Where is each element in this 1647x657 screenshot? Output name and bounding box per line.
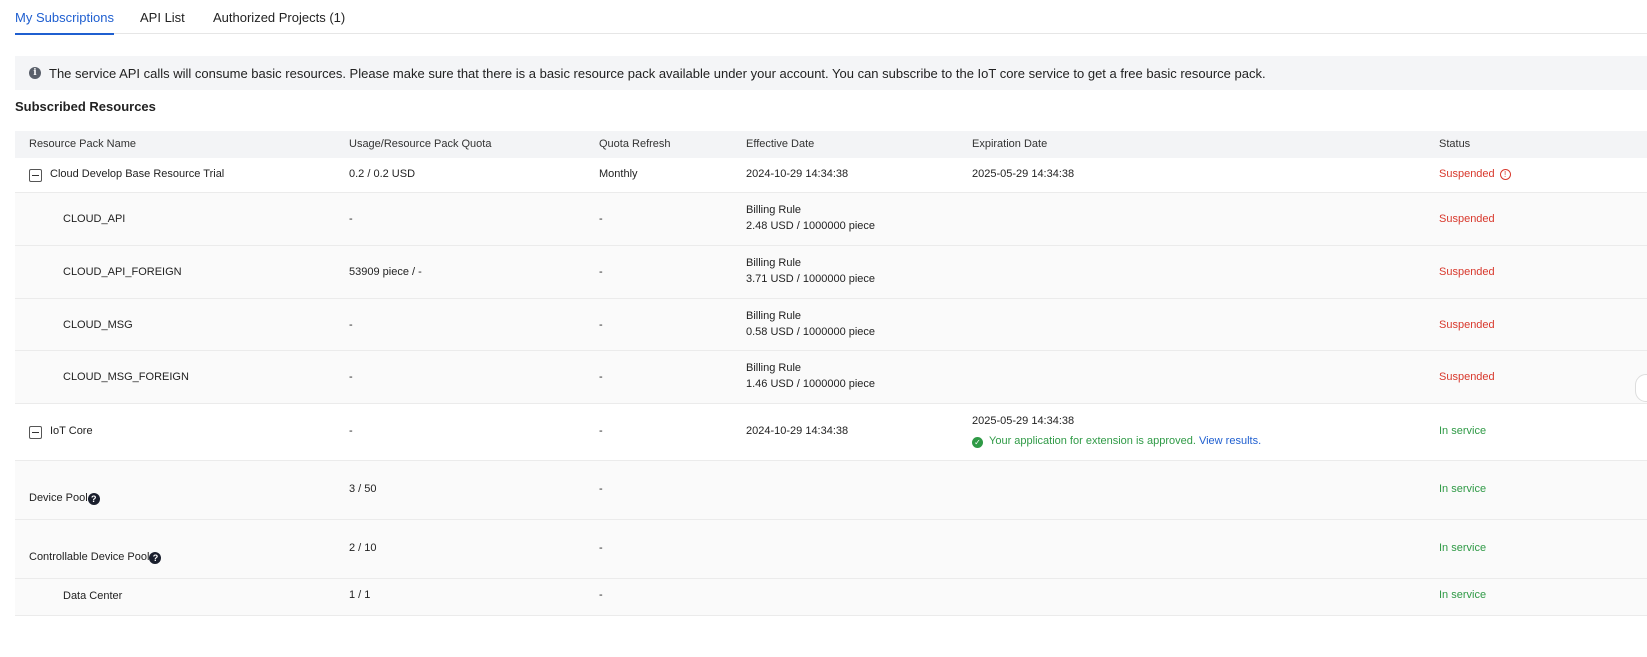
quota-refresh: - xyxy=(599,589,603,601)
section-title: Subscribed Resources xyxy=(15,99,156,114)
quota-refresh: - xyxy=(599,371,603,383)
billing-rule-value: 1.46 USD / 1000000 piece xyxy=(746,378,876,390)
usage: 3 / 50 xyxy=(349,483,377,495)
usage: 53909 piece / - xyxy=(349,266,422,278)
status-badge: In service xyxy=(1439,483,1487,495)
col-header-refresh: Quota Refresh xyxy=(599,138,671,150)
usage: - xyxy=(349,213,353,225)
col-header-status: Status xyxy=(1439,138,1471,150)
effective-date: 2024-10-29 14:34:38 xyxy=(746,425,849,437)
billing-rule-label: Billing Rule xyxy=(746,310,802,322)
billing-rule-value: 3.71 USD / 1000000 piece xyxy=(746,273,876,285)
warning-icon[interactable]: ! xyxy=(1499,168,1511,180)
resource-name: Device Pool? xyxy=(29,492,100,505)
collapse-toggle-icon[interactable] xyxy=(29,426,42,439)
resources-table: Resource Pack Name Usage/Resource Pack Q… xyxy=(15,131,1647,616)
resource-name: Data Center xyxy=(63,590,123,602)
collapse-toggle-icon[interactable] xyxy=(29,169,42,182)
usage: - xyxy=(349,319,353,331)
billing-rule-label: Billing Rule xyxy=(746,257,802,269)
table-row: CLOUD_API_FOREIGN 53909 piece / - - Bill… xyxy=(15,246,1647,299)
tab-bar: My Subscriptions API List Authorized Pro… xyxy=(15,0,1647,35)
check-circle-icon: ✓ xyxy=(972,437,983,448)
usage: - xyxy=(349,371,353,383)
billing-rule-label: Billing Rule xyxy=(746,362,802,374)
tab-authorized-projects[interactable]: Authorized Projects (1) xyxy=(213,10,345,33)
notice-banner: i The service API calls will consume bas… xyxy=(15,56,1647,90)
quota-refresh: - xyxy=(599,542,603,554)
info-icon: i xyxy=(29,67,41,79)
table-row: Device Pool? 3 / 50 - In service xyxy=(15,461,1647,520)
quota-refresh: - xyxy=(599,425,603,437)
resource-name-text: Device Pool xyxy=(29,492,88,504)
tab-api-list[interactable]: API List xyxy=(140,10,185,33)
status-text: Suspended xyxy=(1439,168,1495,180)
table-row: Controllable Device Pool? 2 / 10 - In se… xyxy=(15,520,1647,579)
quota-refresh: - xyxy=(599,319,603,331)
side-drawer-handle[interactable] xyxy=(1635,374,1647,402)
extension-approved-message: ✓ Your application for extension is appro… xyxy=(972,435,1261,448)
tab-my-subscriptions[interactable]: My Subscriptions xyxy=(15,10,114,35)
expiration-date: 2025-05-29 14:34:38 xyxy=(972,168,1075,180)
status-badge: Suspended xyxy=(1439,319,1495,331)
col-header-name: Resource Pack Name xyxy=(29,138,136,150)
col-header-usage: Usage/Resource Pack Quota xyxy=(349,138,492,150)
billing-rule-value: 0.58 USD / 1000000 piece xyxy=(746,326,876,338)
notice-text: The service API calls will consume basic… xyxy=(49,65,1266,81)
status-badge: Suspended! xyxy=(1439,168,1511,180)
status-badge: Suspended xyxy=(1439,213,1495,225)
table-row: CLOUD_MSG - - Billing Rule 0.58 USD / 10… xyxy=(15,299,1647,351)
table-row: IoT Core - - 2024-10-29 14:34:38 2025-05… xyxy=(15,404,1647,461)
expiration-date: 2025-05-29 14:34:38 xyxy=(972,415,1075,427)
usage: 0.2 / 0.2 USD xyxy=(349,168,416,180)
col-header-expiration: Expiration Date xyxy=(972,138,1048,150)
resource-name: IoT Core xyxy=(50,425,93,437)
table-row: Data Center 1 / 1 - In service xyxy=(15,579,1647,616)
quota-refresh: Monthly xyxy=(599,168,638,180)
help-icon[interactable]: ? xyxy=(149,552,162,564)
resource-name: Cloud Develop Base Resource Trial xyxy=(50,168,225,180)
status-badge: In service xyxy=(1439,425,1487,437)
resource-name: Controllable Device Pool? xyxy=(29,551,162,564)
resource-name: CLOUD_MSG_FOREIGN xyxy=(63,371,189,383)
table-row: Cloud Develop Base Resource Trial 0.2 / … xyxy=(15,158,1647,193)
effective-date: 2024-10-29 14:34:38 xyxy=(746,168,849,180)
usage: 2 / 10 xyxy=(349,542,377,554)
status-badge: Suspended xyxy=(1439,266,1495,278)
quota-refresh: - xyxy=(599,213,603,225)
col-header-effective: Effective Date xyxy=(746,138,815,150)
quota-refresh: - xyxy=(599,266,603,278)
resource-name: CLOUD_API xyxy=(63,213,126,225)
resource-name-text: Controllable Device Pool xyxy=(29,551,150,563)
usage: 1 / 1 xyxy=(349,589,371,601)
usage: - xyxy=(349,425,353,437)
table-row: CLOUD_API - - Billing Rule 2.48 USD / 10… xyxy=(15,193,1647,246)
resource-name: CLOUD_MSG xyxy=(63,319,133,331)
status-badge: In service xyxy=(1439,542,1487,554)
status-badge: In service xyxy=(1439,589,1487,601)
view-results-link[interactable]: View results. xyxy=(1199,435,1261,447)
help-icon[interactable]: ? xyxy=(87,493,100,505)
billing-rule-label: Billing Rule xyxy=(746,204,802,216)
approved-text: Your application for extension is approv… xyxy=(989,435,1196,447)
table-row: CLOUD_MSG_FOREIGN - - Billing Rule 1.46 … xyxy=(15,351,1647,404)
billing-rule-value: 2.48 USD / 1000000 piece xyxy=(746,220,876,232)
table-header: Resource Pack Name Usage/Resource Pack Q… xyxy=(15,131,1647,158)
status-badge: Suspended xyxy=(1439,371,1495,383)
resource-name: CLOUD_API_FOREIGN xyxy=(63,266,182,278)
quota-refresh: - xyxy=(599,483,603,495)
